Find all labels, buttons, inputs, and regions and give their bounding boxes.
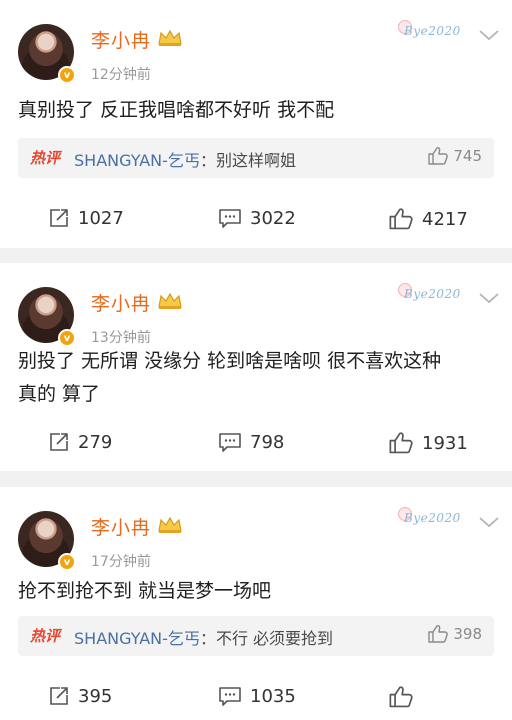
thumbs-up-icon	[389, 686, 413, 708]
like-button[interactable]: 1931	[388, 431, 468, 455]
hot-comment-body: SHANGYAN-乞丐：不行 必须要抢到	[74, 625, 333, 649]
username[interactable]: 李小冉	[91, 26, 151, 53]
weibo-post: v 李小冉 13分钟前 Bye2020 别投了 无所谓 没缘分 轮到啥是啥呗 很…	[0, 263, 512, 471]
post-content-line: 真的 算了	[18, 383, 101, 405]
post-content-line: 别投了 无所谓 没缘分 轮到啥是啥呗 很不喜欢这种	[18, 350, 442, 372]
post-time: 17分钟前	[91, 554, 151, 570]
repost-icon	[50, 687, 68, 705]
post-content: 别投了 无所谓 没缘分 轮到啥是啥呗 很不喜欢这种 真的 算了	[18, 345, 498, 411]
post-time: 13分钟前	[91, 330, 151, 346]
thumbs-up-icon	[389, 208, 413, 230]
action-bar: 395 1035	[0, 685, 512, 715]
hot-comment[interactable]: 热评 SHANGYAN-乞丐：别这样啊姐 745	[18, 138, 494, 178]
comment-button[interactable]: 3022	[218, 207, 296, 229]
watermark-text: Bye2020	[404, 511, 461, 525]
comment-like-count: 398	[453, 625, 482, 643]
crown-badge-icon	[158, 292, 182, 309]
verified-badge-icon: v	[58, 66, 76, 84]
hot-comment[interactable]: 热评 SHANGYAN-乞丐：不行 必须要抢到 398	[18, 616, 494, 656]
like-button[interactable]: 4217	[388, 207, 468, 231]
post-header: v 李小冉 12分钟前 Bye2020	[18, 20, 500, 84]
post-content: 真别投了 反正我唱啥都不好听 我不配	[18, 99, 335, 121]
thumbs-up-icon	[428, 147, 449, 165]
comment-author[interactable]: SHANGYAN-乞丐	[74, 151, 200, 170]
chevron-down-icon[interactable]	[478, 515, 500, 529]
comment-like-count: 745	[453, 147, 482, 165]
comment-text: 别这样啊姐	[215, 151, 296, 170]
weibo-post: v 李小冉 12分钟前 Bye2020 真别投了 反正我唱啥都不好听 我不配 热…	[0, 0, 512, 248]
chevron-down-icon[interactable]	[478, 291, 500, 305]
repost-button[interactable]: 1027	[48, 207, 124, 229]
comment-icon	[219, 209, 241, 228]
watermark-text: Bye2020	[404, 287, 461, 301]
post-header: v 李小冉 13分钟前 Bye2020	[18, 283, 500, 347]
action-bar: 279 798 1931	[0, 431, 512, 461]
hot-comment-body: SHANGYAN-乞丐：别这样啊姐	[74, 147, 296, 171]
repost-button[interactable]: 279	[48, 431, 112, 453]
comment-separator: ：	[199, 151, 216, 170]
crown-badge-icon	[158, 29, 182, 46]
comment-author[interactable]: SHANGYAN-乞丐	[74, 629, 200, 648]
username[interactable]: 李小冉	[91, 513, 151, 540]
comment-like-button[interactable]: 398	[427, 624, 482, 644]
like-button[interactable]	[388, 685, 422, 709]
repost-button[interactable]: 395	[48, 685, 112, 707]
comment-text: 不行 必须要抢到	[215, 629, 334, 648]
repost-count: 1027	[78, 207, 124, 229]
crown-badge-icon	[158, 516, 182, 533]
hot-comment-tag: 热评	[30, 149, 61, 167]
comment-count: 3022	[250, 207, 296, 229]
post-content: 抢不到抢不到 就当是梦一场吧	[18, 580, 272, 602]
repost-icon	[50, 433, 68, 451]
post-time: 12分钟前	[91, 67, 151, 83]
chevron-down-icon[interactable]	[478, 28, 500, 42]
comment-button[interactable]: 1035	[218, 685, 296, 707]
verified-badge-icon: v	[58, 553, 76, 571]
like-count: 4217	[422, 208, 468, 230]
comment-count: 1035	[250, 685, 296, 707]
weibo-post: v 李小冉 17分钟前 Bye2020 抢不到抢不到 就当是梦一场吧 热评 SH…	[0, 487, 512, 720]
comment-like-button[interactable]: 745	[427, 146, 482, 166]
comment-count: 798	[250, 431, 285, 453]
thumbs-up-icon	[428, 625, 449, 643]
repost-icon	[50, 209, 68, 227]
comment-icon	[219, 433, 241, 452]
action-bar: 1027 3022 4217	[0, 207, 512, 237]
watermark-text: Bye2020	[404, 24, 461, 38]
repost-count: 395	[78, 685, 113, 707]
like-count: 1931	[422, 432, 468, 454]
hot-comment-tag: 热评	[30, 627, 61, 645]
comment-separator: ：	[199, 629, 216, 648]
thumbs-up-icon	[389, 432, 413, 454]
comment-button[interactable]: 798	[218, 431, 284, 453]
comment-icon	[219, 687, 241, 706]
username[interactable]: 李小冉	[91, 289, 151, 316]
post-header: v 李小冉 17分钟前 Bye2020	[18, 507, 500, 571]
repost-count: 279	[78, 431, 113, 453]
